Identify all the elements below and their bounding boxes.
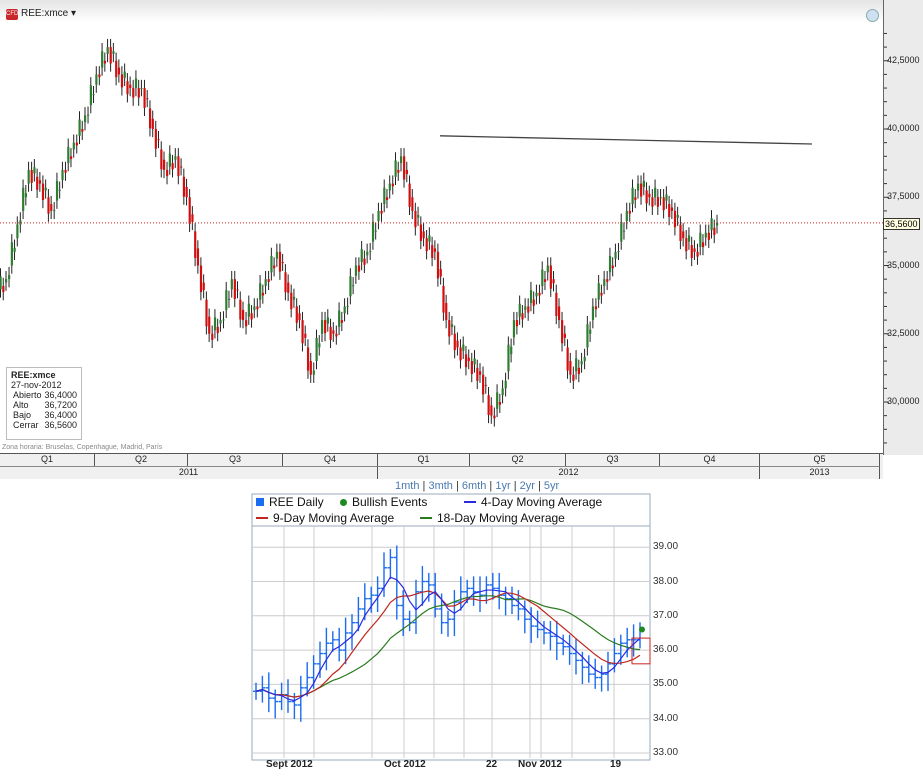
y-tick-label: 39.00 (653, 541, 679, 553)
red-line-icon (256, 517, 268, 519)
y-tick-label: 38.00 (653, 575, 679, 587)
legend-bullish-events: Bullish Events (340, 495, 427, 509)
y-tick-label: 34.00 (653, 712, 679, 724)
chart-legend: REE Daily Bullish Events 4-Day Moving Av… (252, 494, 650, 526)
legend-label: 4-Day Moving Average (481, 495, 603, 509)
legend-label: 9-Day Moving Average (273, 511, 395, 525)
x-tick-label: Nov 2012 (518, 759, 562, 770)
y-tick-label: 35.00 (653, 678, 679, 690)
y-tick-label: 33.00 (653, 747, 679, 758)
x-tick-label: 19 (610, 759, 622, 770)
green-line-icon (420, 517, 432, 519)
blue-square-icon (256, 498, 264, 506)
legend-label: REE Daily (269, 495, 324, 509)
legend-label: 18-Day Moving Average (437, 511, 565, 525)
x-tick-label: Sept 2012 (266, 759, 313, 770)
bullish-event-marker (639, 626, 645, 633)
legend-ma18: 18-Day Moving Average (420, 511, 565, 525)
legend-ree-daily: REE Daily (256, 495, 324, 509)
blue-line-icon (464, 501, 476, 503)
moving-average-chart (251, 493, 651, 761)
x-tick-label: 22 (486, 759, 498, 770)
y-tick-label: 37.00 (653, 609, 679, 621)
x-tick-label: Oct 2012 (384, 759, 426, 770)
y-tick-label: 36.00 (653, 644, 679, 656)
legend-ma4: 4-Day Moving Average (464, 495, 602, 509)
legend-label: Bullish Events (352, 495, 428, 509)
green-dot-icon (340, 498, 347, 506)
legend-ma9: 9-Day Moving Average (256, 511, 394, 525)
